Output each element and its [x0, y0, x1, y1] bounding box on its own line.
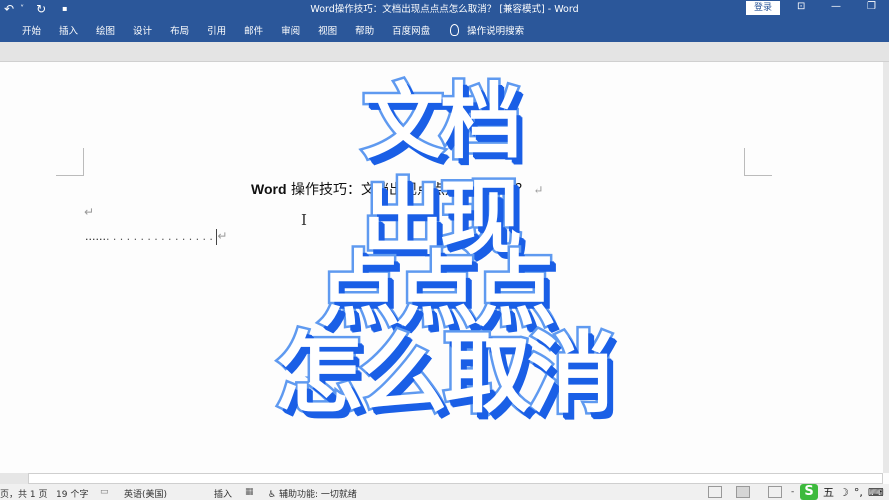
- dots-leader: ................: [105, 230, 217, 243]
- macro-recording-icon[interactable]: ▦: [245, 487, 254, 497]
- zoom-out-button[interactable]: -: [791, 487, 794, 497]
- accessibility-status[interactable]: ♿ 辅助功能: 一切就绪: [268, 487, 357, 500]
- minimize-icon[interactable]: —: [831, 0, 841, 17]
- restore-icon[interactable]: ❐: [867, 0, 876, 17]
- dots-solid: ......: [85, 230, 106, 243]
- ibeam-cursor-icon: I: [301, 211, 307, 229]
- ime-toolbar: S 五 ☽ °, ⌨: [800, 484, 884, 500]
- ime-half-width-icon[interactable]: ☽: [839, 486, 849, 499]
- ime-input-mode[interactable]: 五: [823, 484, 834, 500]
- empty-paragraph-mark: ↵: [84, 205, 95, 219]
- ime-punctuation-icon[interactable]: °,: [854, 486, 863, 499]
- title-bar: ↶ ˅ ↻ ▪ Word操作技巧：文档出现点点点怎么取消？ [兼容模式] - W…: [0, 0, 889, 17]
- language[interactable]: 英语(美国): [124, 487, 167, 500]
- horizontal-scrollbar[interactable]: [28, 473, 883, 484]
- tab-review[interactable]: 审阅: [281, 23, 300, 37]
- tab-view[interactable]: 视图: [318, 23, 337, 37]
- tab-help[interactable]: 帮助: [355, 23, 374, 37]
- accessibility-label: 辅助功能: 一切就绪: [278, 490, 357, 500]
- tab-home[interactable]: 开始: [22, 23, 41, 37]
- heading-word: Word: [251, 181, 287, 197]
- tab-insert[interactable]: 插入: [59, 23, 78, 37]
- word-count[interactable]: 19 个字: [56, 487, 88, 500]
- heading-text: 操作技巧：文档出现点点点怎么取消？: [286, 182, 529, 198]
- tab-layout[interactable]: 布局: [170, 23, 189, 37]
- document-heading[interactable]: Word 操作技巧：文档出现点点点怎么取消？ ↵: [251, 179, 543, 199]
- page-count[interactable]: 页，共 1 页: [0, 487, 47, 500]
- page-margin-corner-left: [56, 148, 84, 176]
- tab-baidu-netdisk[interactable]: 百度网盘: [392, 23, 430, 37]
- tab-references[interactable]: 引用: [207, 23, 226, 37]
- vertical-scrollbar[interactable]: [883, 62, 889, 473]
- status-bar: 页，共 1 页 19 个字 ▭ 英语(美国) 插入 ▦ ♿ 辅助功能: 一切就绪…: [0, 484, 889, 500]
- ribbon-tabs: 开始 插入 绘图 设计 布局 引用 邮件 审阅 视图 帮助 百度网盘 操作说明搜…: [0, 17, 889, 42]
- insert-mode[interactable]: 插入: [214, 487, 232, 500]
- paragraph-mark: ↵: [533, 183, 544, 197]
- document-canvas[interactable]: [0, 62, 883, 473]
- tab-mailings[interactable]: 邮件: [244, 23, 263, 37]
- sogou-ime-logo-icon[interactable]: S: [800, 484, 818, 500]
- print-layout-view-button[interactable]: [736, 486, 750, 498]
- ribbon-display-options-icon[interactable]: ⊡: [797, 0, 805, 17]
- ime-keyboard-icon[interactable]: ⌨: [868, 486, 884, 499]
- paragraph-mark: ↵: [217, 229, 228, 243]
- accessibility-icon: ♿: [268, 490, 277, 500]
- tab-design[interactable]: 设计: [133, 23, 152, 37]
- lightbulb-icon: [450, 23, 460, 36]
- web-layout-view-button[interactable]: [768, 486, 782, 498]
- read-mode-view-button[interactable]: [708, 486, 722, 498]
- scrollbar-left-gutter: [0, 473, 28, 484]
- tell-me-label: 操作说明搜索: [467, 25, 525, 37]
- dotted-line-paragraph[interactable]: ......................↵: [85, 229, 227, 245]
- page-margin-corner-right: [744, 148, 772, 176]
- ribbon-collapsed-strip: [0, 42, 889, 62]
- tell-me-search[interactable]: 操作说明搜索: [450, 23, 542, 37]
- tab-draw[interactable]: 绘图: [96, 23, 115, 37]
- proofing-icon[interactable]: ▭: [100, 487, 109, 497]
- login-button[interactable]: 登录: [746, 1, 780, 15]
